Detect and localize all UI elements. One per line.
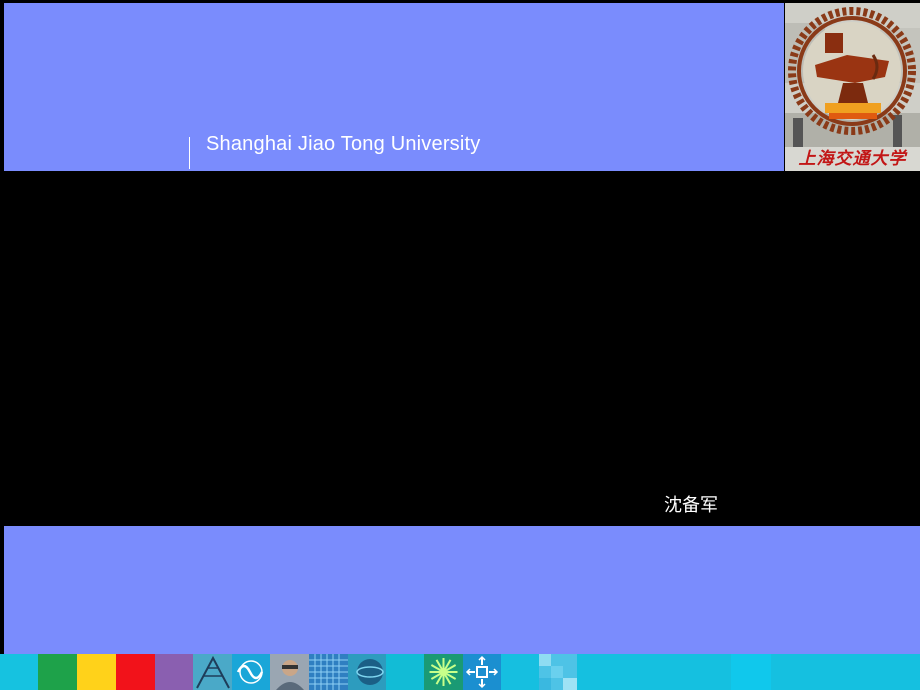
strip-tile-cyan-light — [731, 654, 771, 690]
strip-tile-starburst-icon — [424, 654, 463, 690]
strip-tile-red — [116, 654, 155, 690]
bottom-banner — [4, 526, 920, 654]
strip-tile-photo-grid — [309, 654, 348, 690]
university-logo: 上海交通大学 — [785, 3, 920, 171]
strip-tile-photo-sphere — [348, 654, 386, 690]
strip-tile-cyan-plain-2 — [501, 654, 539, 690]
strip-tile-yellow — [77, 654, 116, 690]
strip-tile-cyan-end — [771, 654, 920, 690]
strip-tile-wave-icon — [232, 654, 270, 690]
strip-tile-cyan — [0, 654, 38, 690]
strip-tile-photo-crane — [193, 654, 232, 690]
strip-tile-cyan-plain — [386, 654, 424, 690]
strip-tile-purple — [155, 654, 193, 690]
strip-tile-mosaic — [539, 654, 577, 690]
header-divider — [189, 137, 190, 169]
strip-tile-green — [38, 654, 77, 690]
logo-text: 上海交通大学 — [798, 149, 907, 169]
strip-tile-arrows-icon — [463, 654, 501, 690]
footer-strip — [0, 654, 920, 690]
strip-tile-photo-person — [270, 654, 309, 690]
author-name: 沈备军 — [664, 495, 718, 516]
university-name: Shanghai Jiao Tong University — [206, 133, 481, 155]
strip-tile-cyan-wide — [577, 654, 731, 690]
